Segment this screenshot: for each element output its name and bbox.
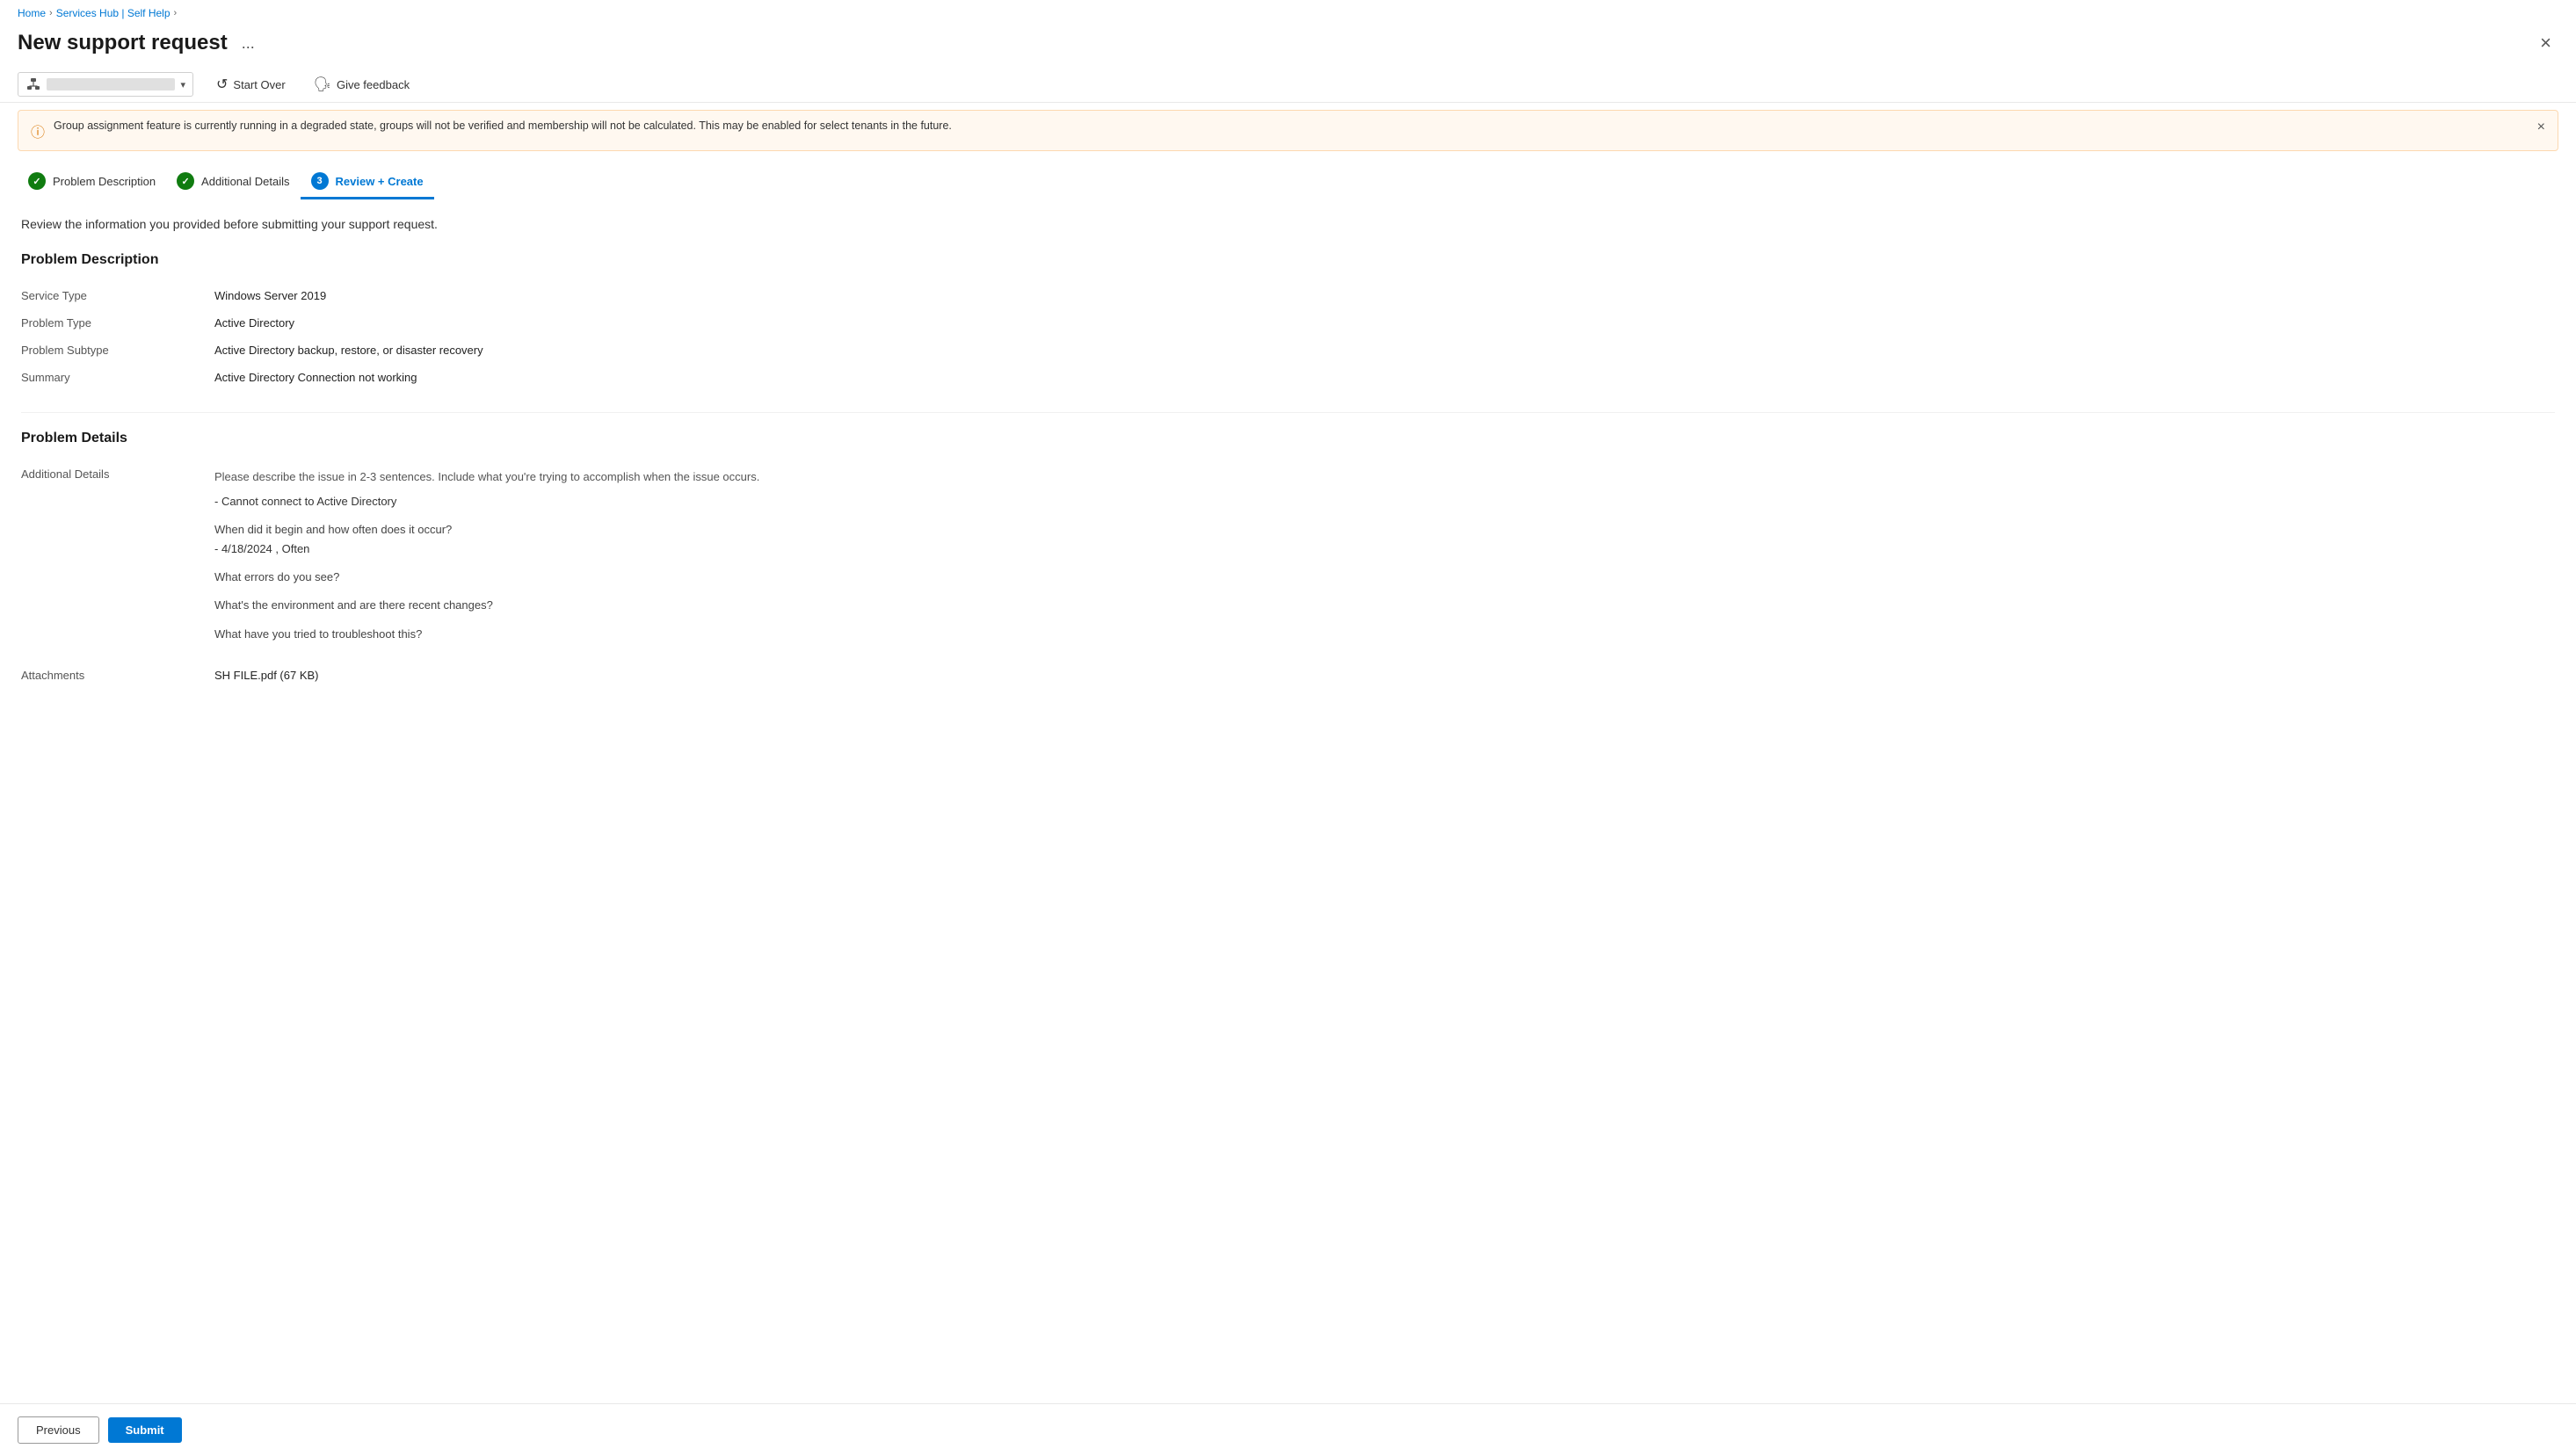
table-row: Problem Type Active Directory bbox=[21, 309, 2555, 337]
table-row: Summary Active Directory Connection not … bbox=[21, 364, 2555, 391]
warning-close-button[interactable]: × bbox=[2537, 120, 2545, 135]
attachments-label: Attachments bbox=[21, 651, 214, 689]
additional-details-label: Additional Details bbox=[21, 460, 214, 651]
table-row: Additional Details Please describe the i… bbox=[21, 460, 2555, 651]
details-answer-1: - 4/18/2024 , Often bbox=[214, 540, 2555, 559]
details-content: Please describe the issue in 2-3 sentenc… bbox=[214, 467, 2555, 644]
problem-type-value: Active Directory bbox=[214, 309, 2555, 337]
footer: Previous Submit bbox=[0, 1403, 2576, 1456]
step-1-label: Problem Description bbox=[53, 175, 156, 188]
details-item-1: - Cannot connect to Active Directory bbox=[214, 492, 2555, 511]
details-prompt: Please describe the issue in 2-3 sentenc… bbox=[214, 467, 2555, 487]
details-question-2: What errors do you see? bbox=[214, 568, 2555, 587]
breadcrumb-services-hub[interactable]: Services Hub | Self Help bbox=[56, 7, 171, 19]
steps-nav: ✓ Problem Description ✓ Additional Detai… bbox=[0, 158, 2576, 199]
step-additional-details[interactable]: ✓ Additional Details bbox=[166, 165, 300, 199]
table-row: Service Type Windows Server 2019 bbox=[21, 282, 2555, 309]
close-button[interactable]: × bbox=[2533, 30, 2558, 56]
org-icon bbox=[25, 76, 41, 92]
details-question-1: When did it begin and how often does it … bbox=[214, 520, 2555, 540]
problem-subtype-value: Active Directory backup, restore, or dis… bbox=[214, 337, 2555, 364]
start-over-button[interactable]: ↺ Start Over bbox=[211, 72, 291, 97]
step-problem-description[interactable]: ✓ Problem Description bbox=[18, 165, 166, 199]
details-question-3: What's the environment and are there rec… bbox=[214, 596, 2555, 615]
step-review-create[interactable]: 3 Review + Create bbox=[301, 165, 434, 199]
table-row: Problem Subtype Active Directory backup,… bbox=[21, 337, 2555, 364]
problem-description-table: Service Type Windows Server 2019 Problem… bbox=[21, 282, 2555, 391]
chevron-down-icon: ▾ bbox=[180, 79, 185, 91]
page-title: New support request bbox=[18, 31, 228, 55]
problem-subtype-label: Problem Subtype bbox=[21, 337, 214, 364]
warning-banner: ⓘ Group assignment feature is currently … bbox=[18, 110, 2558, 151]
give-feedback-button[interactable]: 🗣 Give feedback bbox=[308, 72, 415, 97]
step-2-circle: ✓ bbox=[177, 172, 194, 190]
breadcrumb-sep-2: › bbox=[174, 8, 178, 18]
warning-text: Group assignment feature is currently ru… bbox=[54, 120, 952, 132]
separator bbox=[21, 412, 2555, 413]
details-question-4: What have you tried to troubleshoot this… bbox=[214, 625, 2555, 644]
step-1-circle: ✓ bbox=[28, 172, 46, 190]
step-3-circle: 3 bbox=[311, 172, 329, 190]
step-3-label: Review + Create bbox=[336, 175, 424, 188]
dropdown-text bbox=[47, 78, 175, 91]
problem-description-header: Problem Description bbox=[21, 252, 2555, 268]
summary-value: Active Directory Connection not working bbox=[214, 364, 2555, 391]
problem-type-label: Problem Type bbox=[21, 309, 214, 337]
problem-details-table: Additional Details Please describe the i… bbox=[21, 460, 2555, 689]
main-content: Review the information you provided befo… bbox=[0, 199, 2576, 1403]
submit-button[interactable]: Submit bbox=[108, 1417, 182, 1443]
service-type-value: Windows Server 2019 bbox=[214, 282, 2555, 309]
step-2-label: Additional Details bbox=[201, 175, 289, 188]
breadcrumb-sep-1: › bbox=[49, 8, 53, 18]
service-type-label: Service Type bbox=[21, 282, 214, 309]
breadcrumb-home[interactable]: Home bbox=[18, 7, 46, 19]
additional-details-value: Please describe the issue in 2-3 sentenc… bbox=[214, 460, 2555, 651]
review-intro-text: Review the information you provided befo… bbox=[21, 217, 2555, 231]
dropdown[interactable]: ▾ bbox=[18, 72, 193, 97]
previous-button[interactable]: Previous bbox=[18, 1416, 99, 1444]
summary-label: Summary bbox=[21, 364, 214, 391]
feedback-icon: 🗣 bbox=[314, 76, 331, 93]
table-row: Attachments SH FILE.pdf (67 KB) bbox=[21, 651, 2555, 689]
warning-icon: ⓘ bbox=[31, 120, 45, 141]
toolbar: ▾ ↺ Start Over 🗣 Give feedback bbox=[0, 67, 2576, 103]
start-over-label: Start Over bbox=[233, 78, 285, 91]
more-options-button[interactable]: ... bbox=[236, 33, 260, 54]
page-header: New support request ... × bbox=[0, 26, 2576, 67]
attachments-value: SH FILE.pdf (67 KB) bbox=[214, 651, 2555, 689]
problem-details-header: Problem Details bbox=[21, 431, 2555, 446]
give-feedback-label: Give feedback bbox=[337, 78, 410, 91]
breadcrumb: Home › Services Hub | Self Help › bbox=[0, 0, 2576, 26]
refresh-icon: ↺ bbox=[216, 76, 228, 93]
